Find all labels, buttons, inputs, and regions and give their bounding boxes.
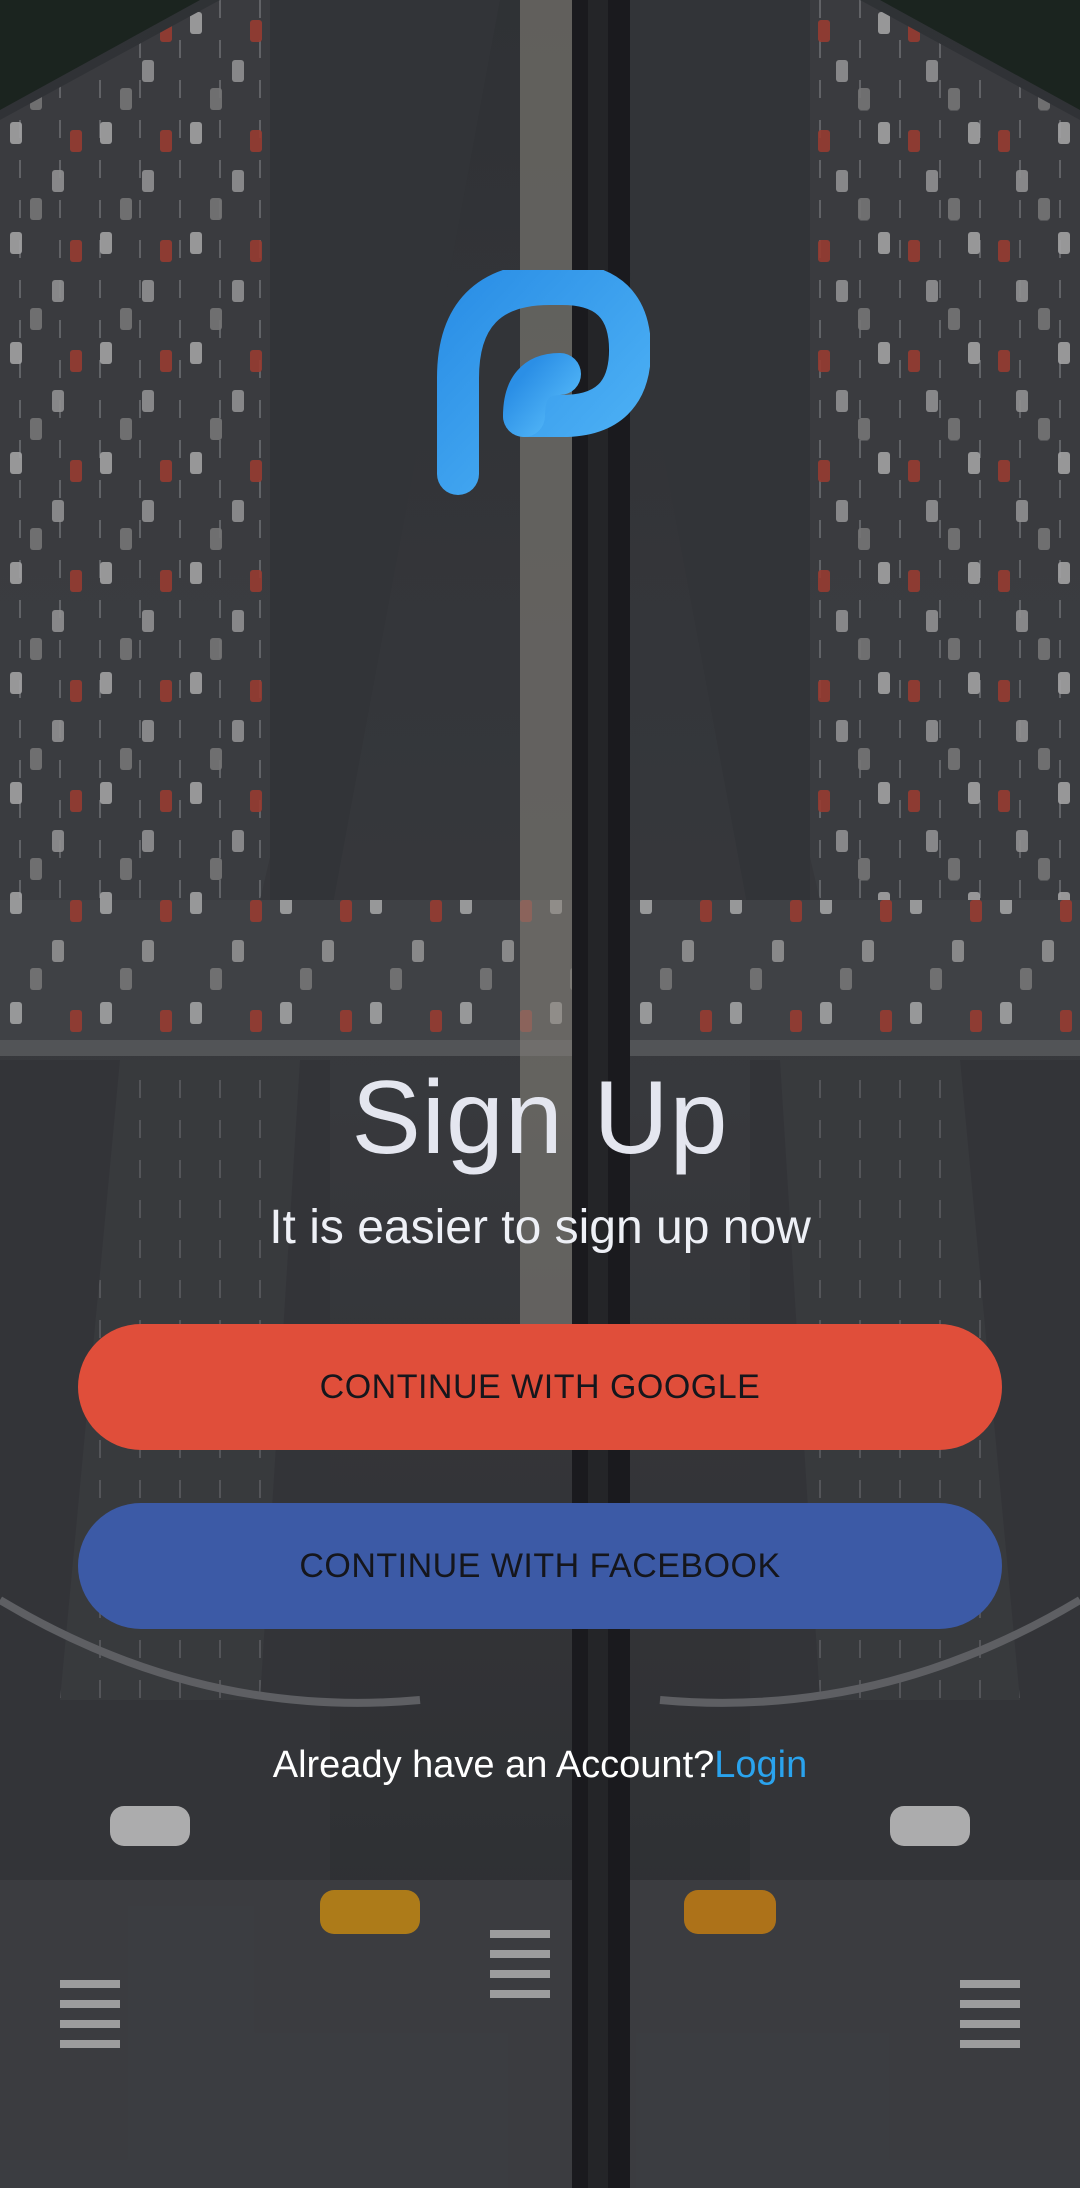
p-letter-logo-icon bbox=[430, 263, 651, 510]
page-title: Sign Up bbox=[351, 1060, 729, 1176]
page-subtitle: It is easier to sign up now bbox=[269, 1201, 811, 1254]
already-have-account-text: Already have an Account? bbox=[272, 1744, 715, 1786]
login-prompt: Already have an Account?Login bbox=[0, 1740, 1080, 1790]
continue-with-facebook-button[interactable]: CONTINUE WITH FACEBOOK bbox=[78, 1503, 1002, 1629]
login-link[interactable]: Login bbox=[714, 1744, 807, 1786]
continue-with-google-button[interactable]: CONTINUE WITH GOOGLE bbox=[78, 1324, 1002, 1450]
